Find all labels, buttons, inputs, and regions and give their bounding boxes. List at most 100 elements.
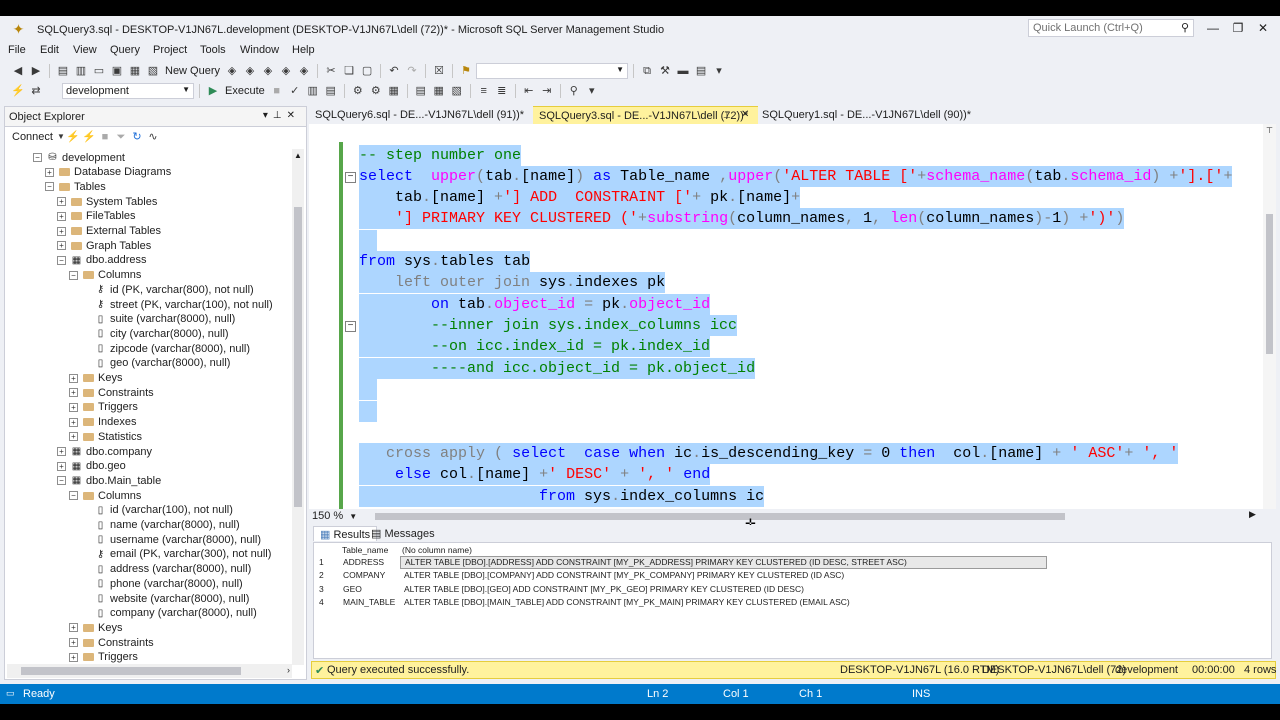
tree-node[interactable]: + Statistics	[69, 429, 142, 444]
tree-node[interactable]: ▯ website (varchar(8000), null)	[81, 591, 250, 606]
close-icon[interactable]: ✕	[1253, 20, 1273, 36]
quick-launch-input[interactable]: Quick Launch (Ctrl+Q) ⚲	[1028, 19, 1194, 37]
menu-tools[interactable]: Tools	[200, 44, 226, 56]
toolbox-icon[interactable]: ▬	[675, 63, 691, 79]
sql-code-editor[interactable]: − − -- step number one select upper(tab.[…	[309, 124, 1276, 510]
execute-icon[interactable]: ▶	[205, 83, 221, 99]
tree-node[interactable]: − ⛁ development	[33, 150, 125, 165]
expand-icon[interactable]: +	[69, 402, 78, 412]
tree-node[interactable]: + ▦ dbo.company	[57, 444, 152, 459]
tree-node[interactable]: + Graph Tables	[57, 238, 151, 253]
expand-icon[interactable]: +	[69, 388, 78, 398]
client-stats-icon[interactable]: ▦	[386, 83, 402, 99]
db-engine-query-icon[interactable]: ◈	[224, 63, 240, 79]
tree-node[interactable]: + External Tables	[57, 224, 161, 239]
dmx-query-icon[interactable]: ◈	[260, 63, 276, 79]
tree-node[interactable]: ▯ geo (varchar(8000), null)	[81, 356, 231, 371]
tree-node[interactable]: ▯ suite (varchar(8000), null)	[81, 312, 236, 327]
connect-icon[interactable]: ⚡	[65, 129, 81, 145]
expand-icon[interactable]: +	[57, 226, 66, 236]
add-item-icon[interactable]: ▥	[73, 63, 89, 79]
dax-query-icon[interactable]: ◈	[296, 63, 312, 79]
menu-view[interactable]: View	[73, 44, 97, 56]
tree-node[interactable]: + FileTables	[57, 209, 136, 224]
tree-node[interactable]: − Columns	[69, 488, 141, 503]
menu-edit[interactable]: Edit	[40, 44, 59, 56]
solution-config-combo[interactable]: ▼	[476, 63, 629, 79]
expand-icon[interactable]: +	[57, 241, 66, 251]
uncomment-lines-icon[interactable]: ≣	[494, 83, 510, 99]
collapse-icon[interactable]: −	[33, 153, 42, 162]
tree-node[interactable]: + Constraints	[69, 635, 154, 650]
tree-node[interactable]: + Indexes	[69, 415, 137, 430]
refresh-icon[interactable]: ↻	[129, 129, 145, 145]
tree-node[interactable]: + Constraints	[69, 385, 154, 400]
collapse-icon[interactable]: −	[57, 476, 66, 486]
comment-lines-icon[interactable]: ≡	[476, 83, 492, 99]
tree-node[interactable]: ▯ city (varchar(8000), null)	[81, 326, 229, 341]
chevron-down-icon[interactable]: ▼	[57, 129, 65, 145]
oe-vertical-scroll-thumb[interactable]	[294, 207, 302, 507]
execute-button[interactable]: Execute	[223, 85, 267, 97]
collapse-icon[interactable]: −	[69, 491, 78, 501]
oe-horizontal-scroll-thumb[interactable]	[21, 667, 241, 675]
oe-horizontal-scrollbar[interactable]: ›	[7, 664, 292, 678]
result-cell[interactable]: ALTER TABLE [DBO].[MAIN_TABLE] ADD CONST…	[404, 596, 850, 608]
result-cell[interactable]: COMPANY	[343, 569, 385, 581]
query-designer-icon[interactable]: ▤	[323, 83, 339, 99]
editor-vertical-scrollbar[interactable]: ⊤	[1263, 124, 1276, 510]
editor-horizontal-scroll-thumb[interactable]	[375, 513, 1065, 520]
debug-icon[interactable]: ⚑	[458, 63, 474, 79]
display-plan-icon[interactable]: ▥	[305, 83, 321, 99]
properties-icon[interactable]: ⚒	[657, 63, 673, 79]
editor-horizontal-scrollbar[interactable]	[371, 512, 1251, 521]
tree-node[interactable]: − ▦ dbo.Main_table	[57, 473, 161, 488]
expand-icon[interactable]: +	[57, 211, 66, 221]
result-cell[interactable]: ADDRESS	[343, 556, 384, 568]
expand-icon[interactable]: +	[69, 638, 78, 648]
tree-node[interactable]: ⚷ street (PK, varchar(100), not null)	[81, 297, 273, 312]
expand-icon[interactable]: +	[69, 432, 78, 442]
tab-sqlquery1[interactable]: SQLQuery1.sql - DE...-V1JN67L\dell (90))…	[756, 106, 977, 124]
tab-sqlquery3[interactable]: SQLQuery3.sql - DE...-V1JN67L\dell (72))…	[533, 106, 758, 124]
tree-node[interactable]: + ▦ dbo.geo	[57, 459, 126, 474]
activity-icon[interactable]: ∿	[145, 129, 161, 145]
scroll-up-icon[interactable]: ▲	[294, 151, 302, 160]
close-icon[interactable]: ✕	[287, 110, 300, 121]
parse-icon[interactable]: ✓	[287, 83, 303, 99]
toolbar-options-icon[interactable]: ▾	[711, 63, 727, 79]
collapse-icon[interactable]: −	[45, 182, 54, 192]
tree-node[interactable]: ▯ id (varchar(100), not null)	[81, 503, 233, 518]
menu-help[interactable]: Help	[292, 44, 315, 56]
tree-node[interactable]: + Keys	[69, 620, 122, 635]
results-to-grid-icon[interactable]: ▦	[431, 83, 447, 99]
result-cell[interactable]: MAIN_TABLE	[343, 596, 395, 608]
scroll-right-icon[interactable]: ›	[287, 665, 290, 675]
result-cell[interactable]: GEO	[343, 583, 362, 595]
oe-vertical-scrollbar[interactable]: ▲	[292, 149, 304, 665]
expand-icon[interactable]: +	[45, 167, 54, 177]
tab-sqlquery6[interactable]: SQLQuery6.sql - DE...-V1JN67L\dell (91))…	[309, 106, 530, 124]
tree-node[interactable]: + Database Diagrams	[45, 165, 171, 180]
tree-node[interactable]: ⚷ id (PK, varchar(800), not null)	[81, 282, 254, 297]
copy-icon[interactable]: ❏	[341, 63, 357, 79]
available-databases-combo[interactable]: development ▼	[62, 83, 194, 99]
expand-icon[interactable]: +	[57, 461, 66, 471]
menu-file[interactable]: File	[8, 44, 26, 56]
tree-node[interactable]: + Triggers	[69, 650, 138, 665]
tree-node[interactable]: ⚷ email (PK, varchar(300), not null)	[81, 547, 272, 562]
save-all-icon[interactable]: ▦	[127, 63, 143, 79]
menu-window[interactable]: Window	[240, 44, 279, 56]
split-icon[interactable]: ⊤	[1266, 126, 1273, 135]
increase-indent-icon[interactable]: ⇥	[539, 83, 555, 99]
cut-icon[interactable]: ✂	[323, 63, 339, 79]
pin-icon[interactable]: ⊥	[273, 110, 287, 121]
tree-node[interactable]: − Tables	[45, 179, 106, 194]
save-icon[interactable]: ▣	[109, 63, 125, 79]
tree-node[interactable]: − Columns	[69, 268, 141, 283]
tree-node[interactable]: + Triggers	[69, 400, 138, 415]
expand-icon[interactable]: +	[57, 197, 66, 207]
tree-node[interactable]: − ▦ dbo.address	[57, 253, 147, 268]
decrease-indent-icon[interactable]: ⇤	[521, 83, 537, 99]
new-query-button[interactable]: New Query	[163, 65, 222, 77]
